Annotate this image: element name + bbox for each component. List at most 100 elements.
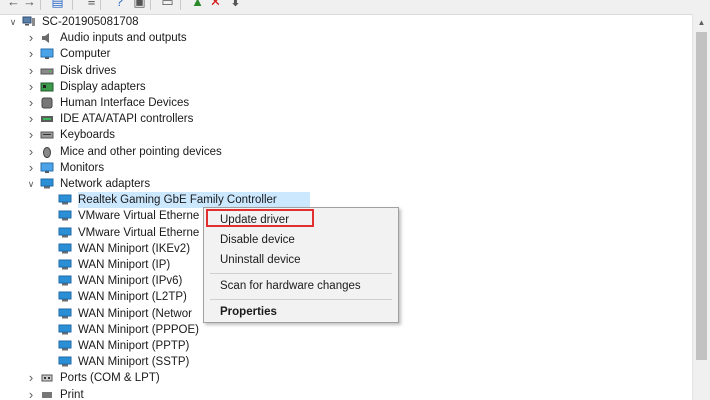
tree-item-label: Disk drives <box>60 65 117 77</box>
menu-item-properties[interactable]: Properties <box>204 302 398 322</box>
tree-item-label: WAN Miniport (PPPOE) <box>78 324 199 336</box>
menu-item-scan-hardware[interactable]: Scan for hardware changes <box>204 276 398 296</box>
tree-item-label: WAN Miniport (Networ <box>78 308 192 320</box>
network-device-icon <box>58 227 72 239</box>
tree-item-label: Keyboards <box>60 129 115 141</box>
tree-item-label: IDE ATA/ATAPI controllers <box>60 113 194 125</box>
tree-item-label: WAN Miniport (IKEv2) <box>78 243 191 255</box>
tree-item-label: SC-201905081708 <box>42 16 139 28</box>
tree-item-label: WAN Miniport (PPTP) <box>78 340 190 352</box>
network-device-icon <box>58 291 72 303</box>
tree-category[interactable]: › Monitors <box>0 160 690 176</box>
update-driver-highlight <box>206 209 314 227</box>
network-device-icon <box>58 275 72 287</box>
port-icon <box>40 372 54 384</box>
toolbar-separator <box>180 0 181 10</box>
tree-category[interactable]: › Ports (COM & LPT) <box>0 370 690 386</box>
tree-category[interactable]: › Human Interface Devices <box>0 95 690 111</box>
mouse-icon <box>40 146 54 158</box>
menu-separator <box>210 273 392 274</box>
chevron-right-icon[interactable]: › <box>26 46 36 62</box>
network-device-icon <box>58 243 72 255</box>
toolbar: ← → ▤ ≡? ▣ ▭ ▲ ✕ ⬇ <box>0 0 710 15</box>
menu-separator <box>210 299 392 300</box>
tree-category[interactable]: › Disk drives <box>0 63 690 79</box>
tree-item-label: VMware Virtual Etherne <box>78 227 200 239</box>
scrollbar-thumb[interactable] <box>696 32 707 360</box>
network-device-item[interactable]: Realtek Gaming GbE Family Controller <box>0 192 690 208</box>
network-device-icon <box>58 324 72 336</box>
monitor-icon[interactable]: ▭ <box>160 0 175 9</box>
chevron-right-icon[interactable]: › <box>26 111 36 127</box>
monitor-icon <box>40 162 54 174</box>
tree-category[interactable]: › IDE ATA/ATAPI controllers <box>0 111 690 127</box>
toolbar-separator <box>72 0 73 10</box>
tree-category[interactable]: › Mice and other pointing devices <box>0 144 690 160</box>
menu-item-uninstall-device[interactable]: Uninstall device <box>204 250 398 270</box>
chevron-right-icon[interactable]: › <box>26 63 36 79</box>
network-device-item[interactable]: WAN Miniport (SSTP) <box>0 354 690 370</box>
computer-root-icon <box>22 16 36 28</box>
printer-icon <box>40 389 54 400</box>
uninstall-icon[interactable]: ✕ <box>208 0 223 9</box>
scan-icon[interactable]: ⬇ <box>228 0 243 9</box>
display-adapter-icon <box>40 81 54 93</box>
tree-item-label: WAN Miniport (SSTP) <box>78 356 190 368</box>
tree-item-label: Monitors <box>60 162 105 174</box>
tree-item-label: Ports (COM & LPT) <box>60 372 160 384</box>
chevron-right-icon[interactable]: › <box>26 144 36 160</box>
network-device-icon <box>58 308 72 320</box>
tree-root[interactable]: ∨ SC-201905081708 <box>0 14 690 30</box>
menu-item-disable-device[interactable]: Disable device <box>204 230 398 250</box>
tree-item-label: Network adapters <box>60 178 151 190</box>
vertical-scrollbar[interactable]: ▲ <box>692 14 710 400</box>
chevron-down-icon[interactable]: ∨ <box>8 14 18 30</box>
chevron-right-icon[interactable]: › <box>26 95 36 111</box>
properties-icon[interactable]: ▤ <box>50 0 65 9</box>
chevron-right-icon[interactable]: › <box>26 30 36 46</box>
tree-item-label: VMware Virtual Etherne <box>78 210 200 222</box>
tree-category[interactable]: › Display adapters <box>0 79 690 95</box>
tree-item-label: Computer <box>60 48 111 60</box>
tree-item-label: Human Interface Devices <box>60 97 190 109</box>
tree-item-label: WAN Miniport (L2TP) <box>78 291 187 303</box>
disk-drive-icon <box>40 65 54 77</box>
network-device-item[interactable]: WAN Miniport (PPPOE) <box>0 322 690 338</box>
tree-item-label: Realtek Gaming GbE Family Controller <box>78 194 277 206</box>
tree-category[interactable]: › Print <box>0 387 690 400</box>
network-device-icon <box>58 210 72 222</box>
toolbar-separator <box>100 0 101 10</box>
tree-category[interactable]: ∨ Network adapters <box>0 176 690 192</box>
tree-item-label: WAN Miniport (IP) <box>78 259 171 271</box>
network-device-icon <box>58 259 72 271</box>
toolbar-separator <box>150 0 151 10</box>
list-icon[interactable]: ≡ <box>84 0 99 9</box>
update-driver-icon[interactable]: ▲ <box>190 0 205 9</box>
chevron-right-icon[interactable]: › <box>26 160 36 176</box>
keyboard-icon <box>40 129 54 141</box>
tree-category[interactable]: › Keyboards <box>0 127 690 143</box>
network-device-item[interactable]: WAN Miniport (PPTP) <box>0 338 690 354</box>
computer-icon <box>40 48 54 60</box>
view-icon[interactable]: ▣ <box>132 0 147 9</box>
scroll-up-icon[interactable]: ▲ <box>693 14 710 31</box>
tree-item-label: Mice and other pointing devices <box>60 146 222 158</box>
tree-category[interactable]: › Audio inputs and outputs <box>0 30 690 46</box>
ide-controller-icon <box>40 113 54 125</box>
chevron-right-icon[interactable]: › <box>26 370 36 386</box>
toolbar-separator <box>40 0 41 10</box>
back-arrow-icon[interactable]: ← <box>6 0 21 9</box>
tree-category[interactable]: › Computer <box>0 46 690 62</box>
forward-arrow-icon[interactable]: → <box>22 0 37 9</box>
tree-item-label: Display adapters <box>60 81 146 93</box>
help-icon[interactable]: ? <box>112 0 127 9</box>
hid-icon <box>40 97 54 109</box>
network-device-icon <box>58 340 72 352</box>
network-adapter-icon <box>40 178 54 190</box>
chevron-down-icon[interactable]: ∨ <box>26 176 36 192</box>
chevron-right-icon[interactable]: › <box>26 387 36 400</box>
tree-item-label: Audio inputs and outputs <box>60 32 187 44</box>
chevron-right-icon[interactable]: › <box>26 79 36 95</box>
tree-item-label: WAN Miniport (IPv6) <box>78 275 183 287</box>
chevron-right-icon[interactable]: › <box>26 127 36 143</box>
